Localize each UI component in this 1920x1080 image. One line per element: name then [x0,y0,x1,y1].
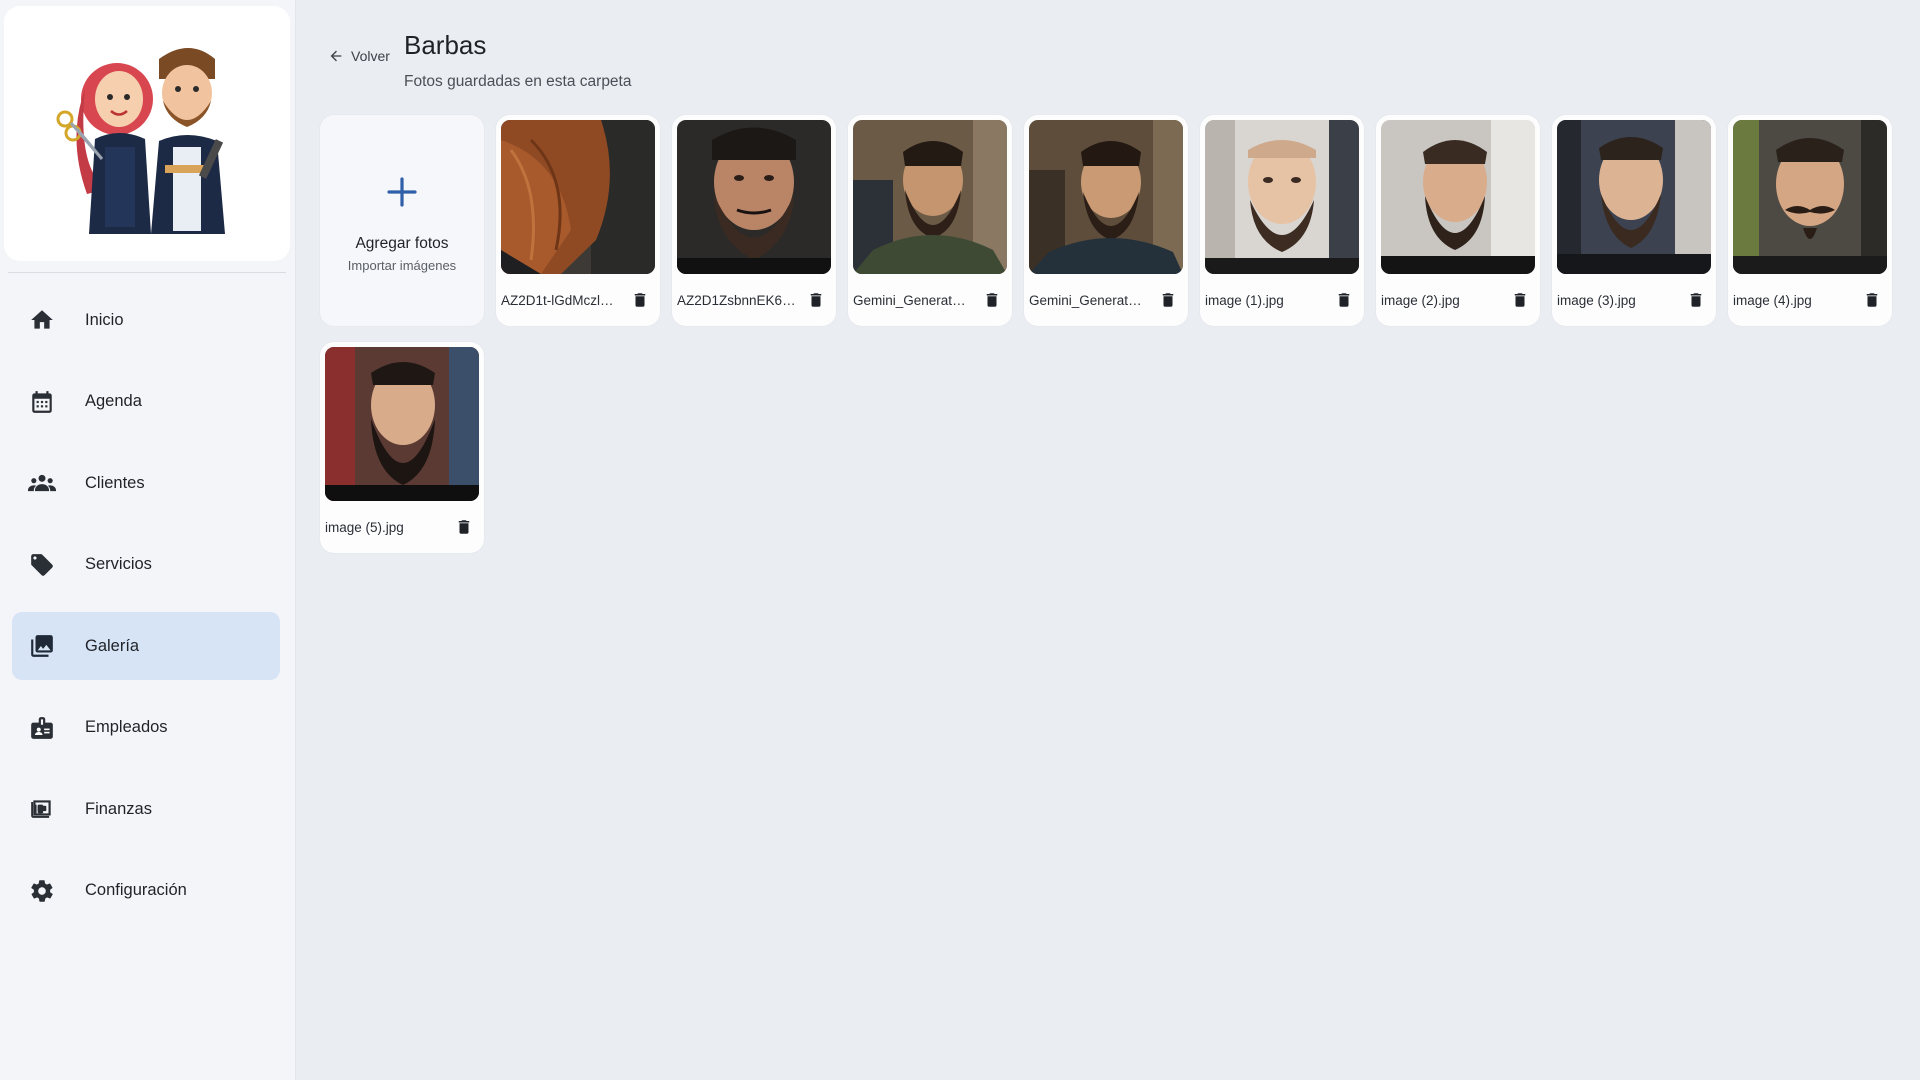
photo-thumbnail[interactable] [1557,120,1711,274]
arrow-left-icon [330,50,342,62]
page-subtitle: Fotos guardadas en esta carpeta [404,73,632,90]
trash-icon[interactable] [1863,291,1881,309]
sidebar-item-agenda[interactable]: Agenda [12,368,280,436]
photo-card[interactable]: image (5).jpg [320,342,484,553]
photo-name: image (1).jpg [1205,293,1284,308]
sidebar-item-label: Clientes [85,473,145,492]
sidebar-item-label: Configuración [85,881,187,899]
trash-icon[interactable] [1511,291,1529,309]
photo-card[interactable]: Gemini_Generated_I... [848,115,1012,326]
photo-card[interactable]: AZ2D1t-lGdMczlgc... [496,115,660,326]
sidebar-divider [8,272,286,273]
photo-thumbnail[interactable] [1029,120,1183,274]
tag-icon [28,551,56,579]
photo-name: image (5).jpg [325,520,404,535]
people-icon [28,469,56,497]
logo-card [4,6,290,261]
photo-card[interactable]: image (4).jpg [1728,115,1892,326]
photo-thumbnail[interactable] [1733,120,1887,274]
photo-thumbnail[interactable] [1205,120,1359,274]
money-icon [28,795,56,823]
photo-name: Gemini_Generated_I... [853,293,973,308]
photo-thumbnail[interactable] [325,347,479,501]
add-photos-button[interactable]: Agregar fotos Importar imágenes [320,115,484,326]
photo-card[interactable]: AZ2D1ZsbnnEK6oN... [672,115,836,326]
trash-icon[interactable] [1335,291,1353,309]
sidebar-item-label: Inicio [85,310,124,329]
trash-icon[interactable] [1687,291,1705,309]
photo-name: image (4).jpg [1733,293,1812,308]
photo-card[interactable]: image (2).jpg [1376,115,1540,326]
photo-name: image (3).jpg [1557,293,1636,308]
sidebar-item-servicios[interactable]: Servicios [12,531,280,599]
trash-icon[interactable] [1159,291,1177,309]
sidebar-item-empleados[interactable]: Empleados [12,694,280,762]
photo-card[interactable]: Gemini_Generated_I... [1024,115,1188,326]
add-photos-subtitle: Importar imágenes [347,258,457,273]
back-button[interactable]: Volver [328,48,390,64]
home-icon [28,306,56,334]
gallery-icon [28,632,56,660]
sidebar-item-galeria[interactable]: Galería [12,612,280,680]
sidebar-item-label: Agenda [85,392,142,410]
sidebar-item-configuracion[interactable]: Configuración [12,857,280,925]
sidebar-nav: Inicio Agenda Clientes Servicios Galería [12,286,280,938]
photo-thumbnail[interactable] [1381,120,1535,274]
add-photos-title: Agregar fotos [355,235,449,252]
trash-icon[interactable] [807,291,825,309]
back-label: Volver [351,48,390,64]
photo-card[interactable]: image (1).jpg [1200,115,1364,326]
sidebar-item-finanzas[interactable]: Finanzas [12,775,280,843]
sidebar-item-label: Galería [85,636,140,655]
photo-name: AZ2D1t-lGdMczlgc... [501,293,621,308]
trash-icon[interactable] [983,291,1001,309]
photo-name: Gemini_Generated_I... [1029,293,1149,308]
plus-icon [387,177,417,207]
barbershop-logo [56,47,225,234]
photo-thumbnail[interactable] [677,120,831,274]
sidebar-item-label: Servicios [85,555,152,573]
page-title: Barbas [404,30,487,60]
sidebar-item-label: Empleados [85,718,168,736]
sidebar-item-label: Finanzas [85,799,152,818]
photo-thumbnail[interactable] [853,120,1007,274]
main-content: Volver Barbas Fotos guardadas en esta ca… [296,0,1920,1080]
sidebar-item-clientes[interactable]: Clientes [12,449,280,517]
trash-icon[interactable] [631,291,649,309]
sidebar-item-inicio[interactable]: Inicio [12,286,280,354]
sidebar: Inicio Agenda Clientes Servicios Galería [0,0,296,1080]
badge-icon [28,714,56,742]
photo-name: image (2).jpg [1381,293,1460,308]
photo-card[interactable]: image (3).jpg [1552,115,1716,326]
calendar-icon [28,388,56,416]
gear-icon [28,877,56,905]
trash-icon[interactable] [455,518,473,536]
photo-name: AZ2D1ZsbnnEK6oN... [677,293,797,308]
photo-thumbnail[interactable] [501,120,655,274]
